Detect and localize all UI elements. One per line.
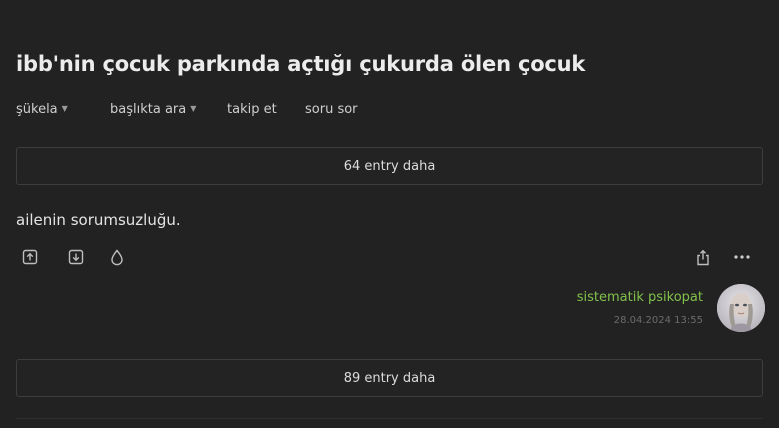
topic-page: ibb'nin çocuk parkında açtığı çukurda öl… [0, 0, 779, 428]
share-icon[interactable] [694, 248, 712, 266]
sort-label: şükela [16, 102, 58, 117]
more-entries-bottom-label: 89 entry daha [343, 370, 436, 386]
follow-link[interactable]: takip et [227, 102, 277, 117]
chevron-down-icon: ▼ [61, 104, 68, 113]
more-entries-bottom-button[interactable]: 89 entry daha [16, 359, 763, 397]
more-entries-top-button[interactable]: 64 entry daha [16, 147, 763, 185]
ellipsis-icon[interactable] [732, 248, 752, 266]
ask-question-link[interactable]: soru sor [305, 102, 358, 117]
entry-date-link[interactable]: 28.04.2024 13:55 [614, 315, 703, 326]
entry-author-link[interactable]: sistematik psikopat [577, 290, 703, 305]
topic-title[interactable]: ibb'nin çocuk parkında açtığı çukurda öl… [16, 52, 585, 76]
more-entries-top-label: 64 entry daha [343, 158, 436, 174]
author-avatar[interactable] [717, 284, 765, 332]
upvote-icon[interactable] [21, 248, 39, 266]
search-in-topic-dropdown[interactable]: başlıkta ara ▼ [110, 102, 196, 117]
downvote-icon[interactable] [67, 248, 85, 266]
drop-icon[interactable] [108, 248, 126, 266]
sort-dropdown[interactable]: şükela ▼ [16, 102, 68, 117]
chevron-down-icon: ▼ [190, 104, 197, 113]
search-in-topic-label: başlıkta ara [110, 102, 187, 117]
entry-content: ailenin sorumsuzluğu. [16, 211, 181, 229]
divider [16, 418, 763, 419]
